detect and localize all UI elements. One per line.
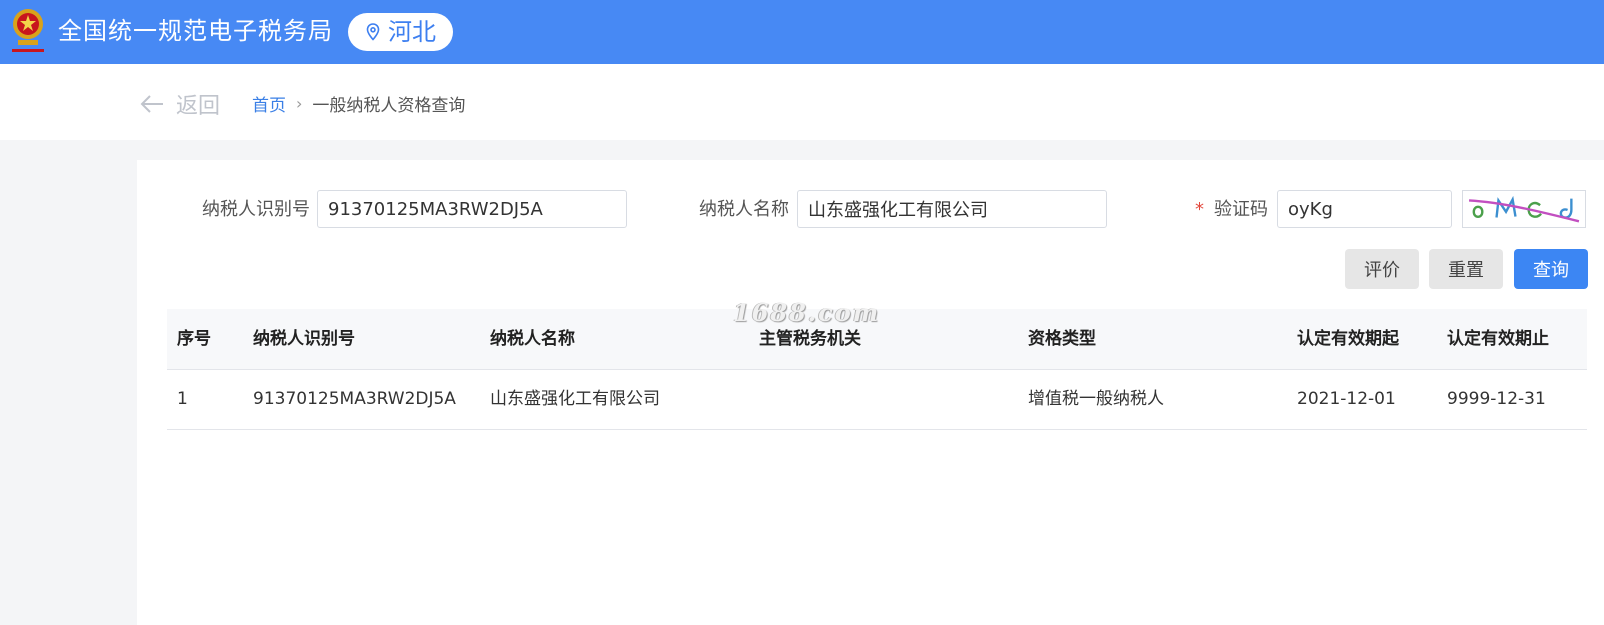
captcha-input[interactable] [1277,190,1452,228]
site-title: 全国统一规范电子税务局 [58,17,333,45]
back-label: 返回 [176,94,221,119]
breadcrumb-current: 一般纳税人资格查询 [312,96,466,116]
evaluate-button[interactable]: 评价 [1345,249,1419,289]
table-cell-valid-from: 2021-12-01 [1297,389,1396,409]
top-header: 全国统一规范电子税务局 河北 [0,0,1604,64]
column-header: 纳税人识别号 [253,329,355,349]
required-mark: * [1195,199,1204,220]
reset-button[interactable]: 重置 [1429,249,1503,289]
table-cell-taxpayer-name: 山东盛强化工有限公司 [490,389,660,409]
watermark: 1688.com [733,298,881,327]
breadcrumb: 首页 › 一般纳税人资格查询 [252,91,465,116]
taxpayer-id-label: 纳税人识别号 [202,199,310,220]
captcha-label-group: * 验证码 [1195,190,1268,230]
column-header: 纳税人名称 [490,329,575,349]
table-cell-valid-to: 9999-12-31 [1447,389,1546,409]
taxpayer-name-label: 纳税人名称 [699,199,789,220]
arrow-left-icon [140,95,163,113]
taxpayer-name-input[interactable] [797,190,1107,228]
column-header: 序号 [177,329,211,349]
query-button[interactable]: 查询 [1514,249,1588,289]
region-name: 河北 [388,18,436,46]
table-cell-qualification-type: 增值税一般纳税人 [1028,389,1164,409]
location-pin-icon [366,23,380,41]
captcha-label: 验证码 [1214,199,1268,220]
table-cell-index: 1 [177,389,188,409]
region-selector[interactable]: 河北 [348,13,453,51]
table-cell-taxpayer-id: 91370125MA3RW2DJ5A [253,389,456,409]
column-header: 认定有效期止 [1447,329,1549,349]
sub-navigation: 返回 首页 › 一般纳税人资格查询 [0,64,1604,140]
table-row: 1 91370125MA3RW2DJ5A 山东盛强化工有限公司 增值税一般纳税人… [167,370,1587,430]
taxpayer-id-input[interactable] [317,190,627,228]
back-button[interactable]: 返回 [140,88,220,120]
column-header: 认定有效期起 [1297,329,1399,349]
captcha-image[interactable] [1462,190,1586,228]
national-tax-emblem-icon [12,9,44,52]
breadcrumb-separator: › [296,94,303,113]
breadcrumb-home-link[interactable]: 首页 [252,91,286,116]
column-header: 资格类型 [1028,329,1096,349]
